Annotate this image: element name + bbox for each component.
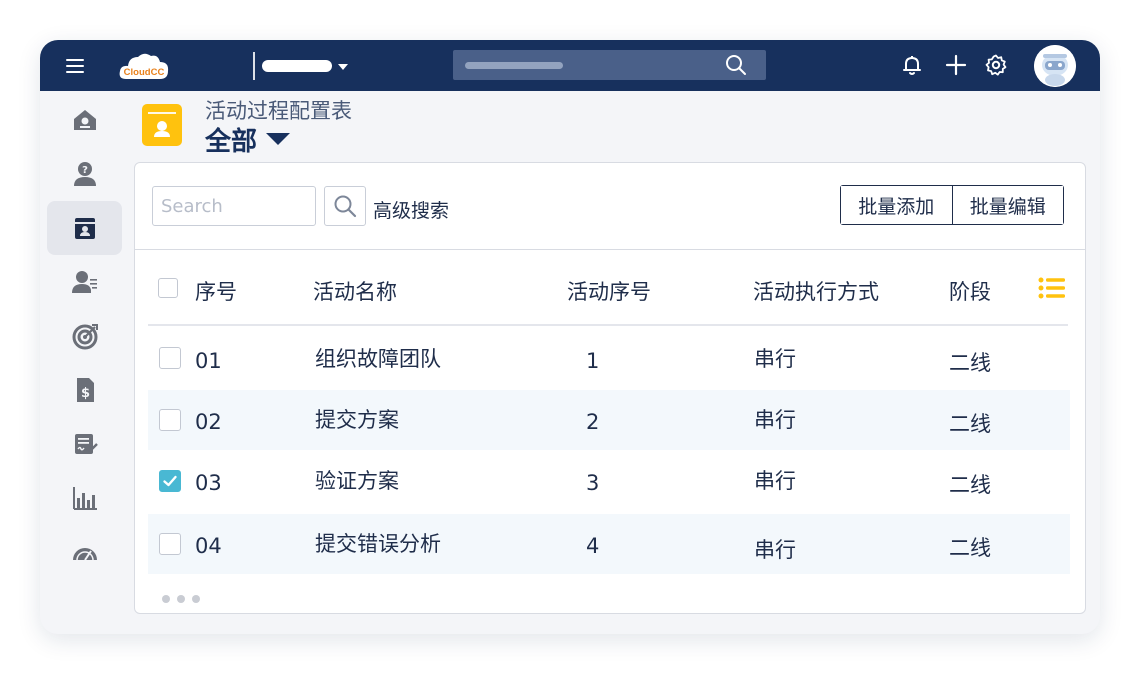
svg-text:$: $ (80, 386, 89, 401)
app-name-placeholder (262, 60, 332, 72)
batch-add-button[interactable]: 批量添加 (841, 186, 952, 224)
bar-chart-icon (72, 487, 97, 510)
sidebar-item-dashboard[interactable] (47, 525, 122, 579)
row-checkbox[interactable] (159, 347, 181, 369)
table-row[interactable]: 01 组织故障团队 1 串行 二线 (148, 329, 1070, 389)
column-header-mode[interactable]: 活动执行方式 (753, 276, 879, 306)
global-search-bar[interactable] (453, 50, 766, 80)
row-checkbox[interactable] (159, 533, 181, 555)
cell-stage: 二线 (949, 351, 991, 375)
sidebar-item-contacts[interactable] (47, 255, 122, 309)
sidebar-item-home[interactable] (47, 93, 122, 147)
cell-no: 04 (195, 534, 222, 558)
sidebar-item-activity[interactable] (47, 201, 122, 255)
contact-card-icon (148, 112, 176, 137)
cell-no: 01 (195, 349, 222, 373)
svg-text:?: ? (82, 165, 88, 176)
cell-mode: 串行 (754, 408, 796, 432)
column-header-seq[interactable]: 活动序号 (567, 276, 651, 306)
search-placeholder-bar (465, 62, 563, 69)
cell-seq: 4 (586, 534, 600, 558)
batch-button-group: 批量添加 批量编辑 (840, 185, 1064, 225)
sidebar-item-invoice[interactable]: $ (47, 363, 122, 417)
activity-object-icon (142, 104, 182, 146)
gear-icon[interactable] (984, 53, 1008, 77)
search-icon (334, 195, 357, 218)
chevron-down-icon (338, 64, 348, 70)
sidebar: ? $ (40, 91, 134, 634)
select-all-checkbox[interactable] (158, 278, 178, 298)
search-icon[interactable] (725, 54, 747, 76)
column-header-stage[interactable]: 阶段 (949, 276, 991, 306)
list-settings-icon[interactable] (1038, 277, 1066, 299)
cell-seq: 3 (586, 471, 600, 495)
table-row[interactable]: 02 提交方案 2 串行 二线 (148, 390, 1070, 450)
search-input[interactable] (152, 186, 316, 226)
sidebar-item-help[interactable]: ? (47, 147, 122, 201)
signature-doc-icon (74, 434, 98, 454)
cell-seq: 1 (586, 349, 600, 373)
table-row[interactable]: 03 验证方案 3 串行 二线 (148, 451, 1070, 511)
advanced-search-link[interactable]: 高级搜索 (373, 196, 449, 223)
menu-icon[interactable] (66, 59, 84, 73)
target-icon (72, 324, 98, 350)
list-card: 高级搜索 批量添加 批量编辑 序号 活动名称 活动序号 活动执行方式 阶段 (134, 162, 1086, 614)
cell-stage: 二线 (949, 536, 991, 560)
cell-no: 02 (195, 410, 222, 434)
app-switcher[interactable] (262, 60, 352, 74)
row-checkbox[interactable] (159, 470, 181, 492)
cell-name: 组织故障团队 (315, 347, 441, 371)
home-icon (73, 110, 96, 130)
batch-edit-button[interactable]: 批量编辑 (951, 186, 1063, 224)
table-row[interactable]: 04 提交错误分析 4 串行 二线 (148, 514, 1070, 574)
app-window: CloudCC ? $ 活动过程配置表 全部 Search 高级搜索 批量添加 … (40, 40, 1100, 634)
cell-no: 03 (195, 471, 222, 495)
contact-list-icon (71, 271, 97, 293)
cloudcc-logo[interactable]: CloudCC (118, 49, 170, 83)
gauge-icon (72, 548, 97, 561)
check-icon (163, 475, 177, 487)
sidebar-item-contract[interactable] (47, 417, 122, 471)
cell-stage: 二线 (949, 473, 991, 497)
column-header-name[interactable]: 活动名称 (313, 276, 397, 306)
invoice-dollar-icon: $ (76, 378, 94, 402)
cell-name: 提交错误分析 (315, 532, 441, 556)
topbar-divider (253, 52, 255, 80)
sidebar-item-reports[interactable] (47, 471, 122, 525)
cell-mode: 串行 (754, 469, 796, 493)
search-button[interactable] (324, 186, 366, 226)
cell-seq: 2 (586, 410, 600, 434)
column-header-no[interactable]: 序号 (195, 276, 237, 306)
top-navigation-bar: CloudCC (40, 40, 1100, 91)
help-user-icon: ? (73, 162, 96, 186)
chevron-down-icon[interactable] (266, 133, 290, 145)
plus-icon[interactable] (944, 53, 968, 77)
cell-mode: 串行 (754, 347, 796, 371)
cell-name: 提交方案 (315, 408, 399, 432)
list-view-selector[interactable]: 全部 (205, 121, 257, 158)
table-header: 序号 活动名称 活动序号 活动执行方式 阶段 (148, 250, 1068, 326)
robot-avatar-icon (1034, 45, 1076, 87)
logo-text: CloudCC (123, 67, 165, 78)
cell-stage: 二线 (949, 412, 991, 436)
row-checkbox[interactable] (159, 409, 181, 431)
avatar[interactable] (1034, 45, 1076, 87)
calendar-card-icon (74, 218, 95, 239)
cell-mode: 串行 (754, 538, 796, 562)
bell-icon[interactable] (900, 53, 924, 77)
more-indicator (162, 595, 200, 603)
cell-name: 验证方案 (315, 469, 399, 493)
sidebar-item-target[interactable] (47, 309, 122, 363)
